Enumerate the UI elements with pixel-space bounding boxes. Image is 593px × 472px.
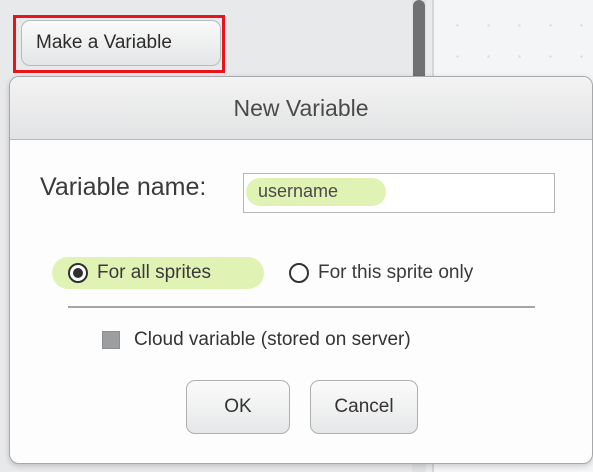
ok-button[interactable]: OK: [186, 380, 290, 434]
make-variable-button[interactable]: Make a Variable: [21, 20, 221, 66]
new-variable-dialog: New Variable Variable name: username For…: [9, 76, 593, 464]
cloud-variable-checkbox[interactable]: [102, 331, 120, 349]
variable-name-input[interactable]: username: [243, 173, 555, 213]
radio-selected-icon[interactable]: [68, 263, 88, 283]
cloud-variable-label: Cloud variable (stored on server): [134, 329, 411, 350]
radio-for-this-sprite-only[interactable]: For this sprite only: [289, 257, 473, 289]
radio-for-all-sprites[interactable]: For all sprites: [52, 257, 264, 289]
radio-unselected-icon[interactable]: [289, 263, 309, 283]
divider: [68, 306, 535, 308]
variable-name-label: Variable name:: [40, 173, 207, 201]
variable-name-value: username: [258, 181, 339, 201]
radio-for-this-sprite-label: For this sprite only: [318, 262, 474, 283]
radio-for-all-sprites-label: For all sprites: [97, 262, 212, 283]
cancel-button[interactable]: Cancel: [310, 380, 418, 434]
dialog-title: New Variable: [10, 77, 592, 140]
cloud-variable-option[interactable]: Cloud variable (stored on server): [102, 329, 411, 351]
